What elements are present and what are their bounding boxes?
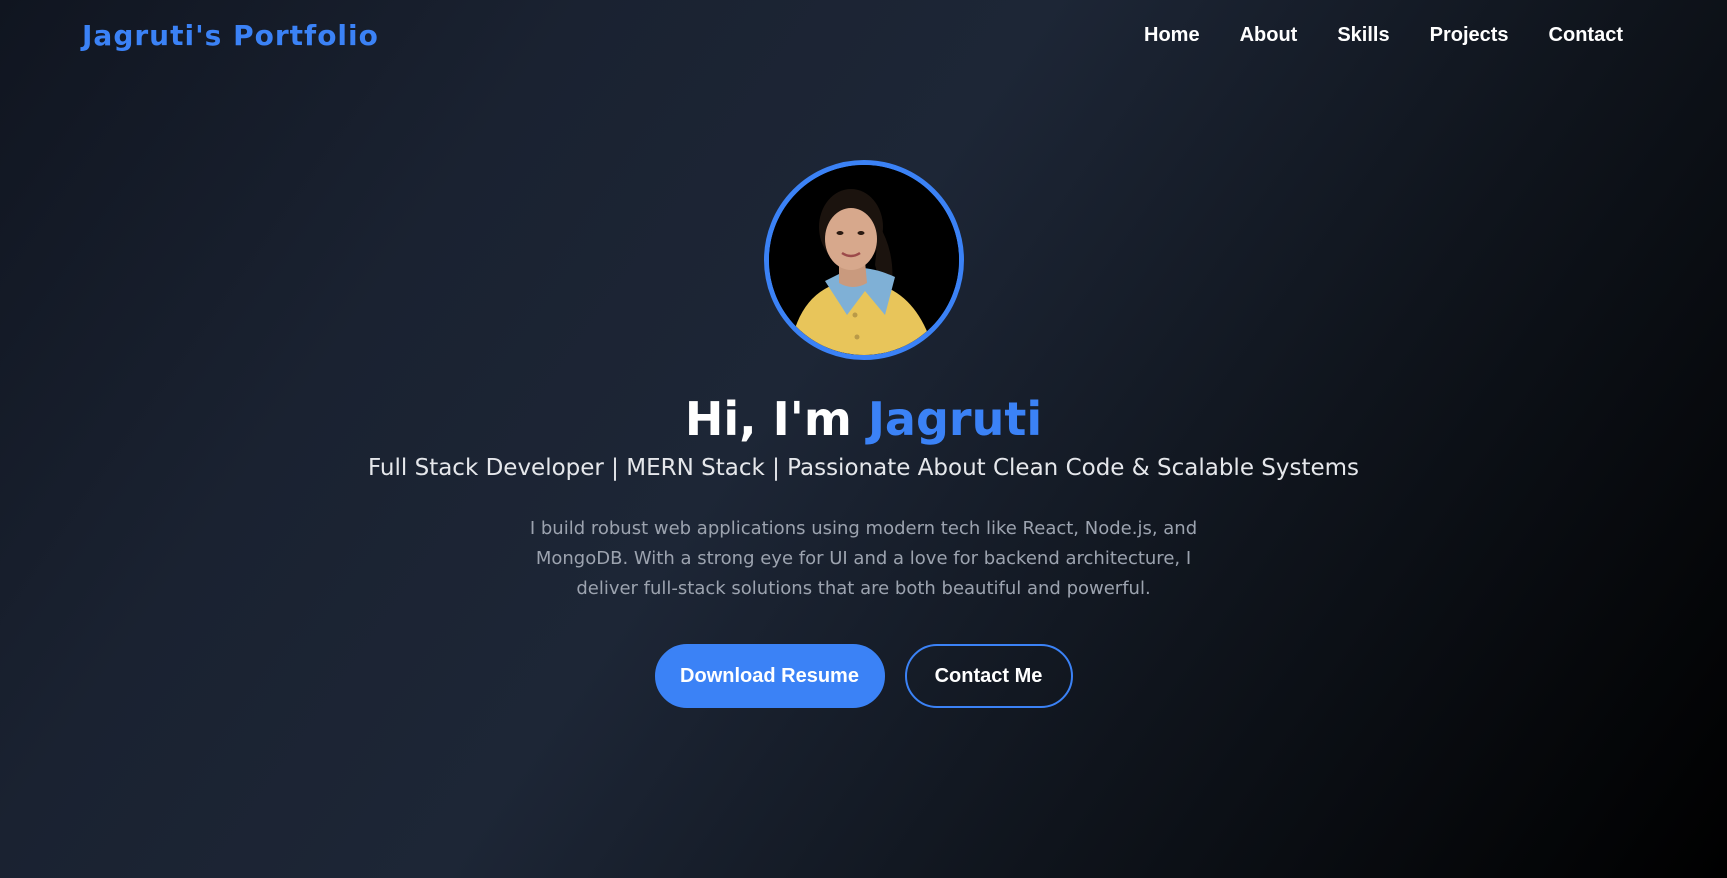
hero-headline: Hi, I'm Jagruti [0,392,1727,446]
contact-me-button[interactable]: Contact Me [904,644,1073,708]
nav-links: Home About Skills Projects Contact [1144,24,1623,47]
navbar: Jagruti's Portfolio Home About Skills Pr… [0,0,1727,74]
nav-link-projects[interactable]: Projects [1430,24,1509,47]
profile-photo-icon [768,165,959,355]
download-resume-button[interactable]: Download Resume [654,644,885,708]
greeting-text: Hi, I'm [684,392,868,446]
profile-avatar [763,160,964,360]
hero-actions: Download Resume Contact Me [0,644,1727,708]
hero-section: Hi, I'm Jagruti Full Stack Developer | M… [0,160,1727,708]
brand-logo-link[interactable]: Jagruti's Portfolio [82,19,379,52]
name-highlight: Jagruti [867,392,1043,446]
nav-link-home[interactable]: Home [1144,24,1200,47]
nav-link-about[interactable]: About [1240,24,1298,47]
nav-link-skills[interactable]: Skills [1337,24,1389,47]
hero-tagline: Full Stack Developer | MERN Stack | Pass… [367,455,1360,481]
nav-link-contact[interactable]: Contact [1549,24,1623,47]
hero-bio: I build robust web applications using mo… [529,518,1198,599]
